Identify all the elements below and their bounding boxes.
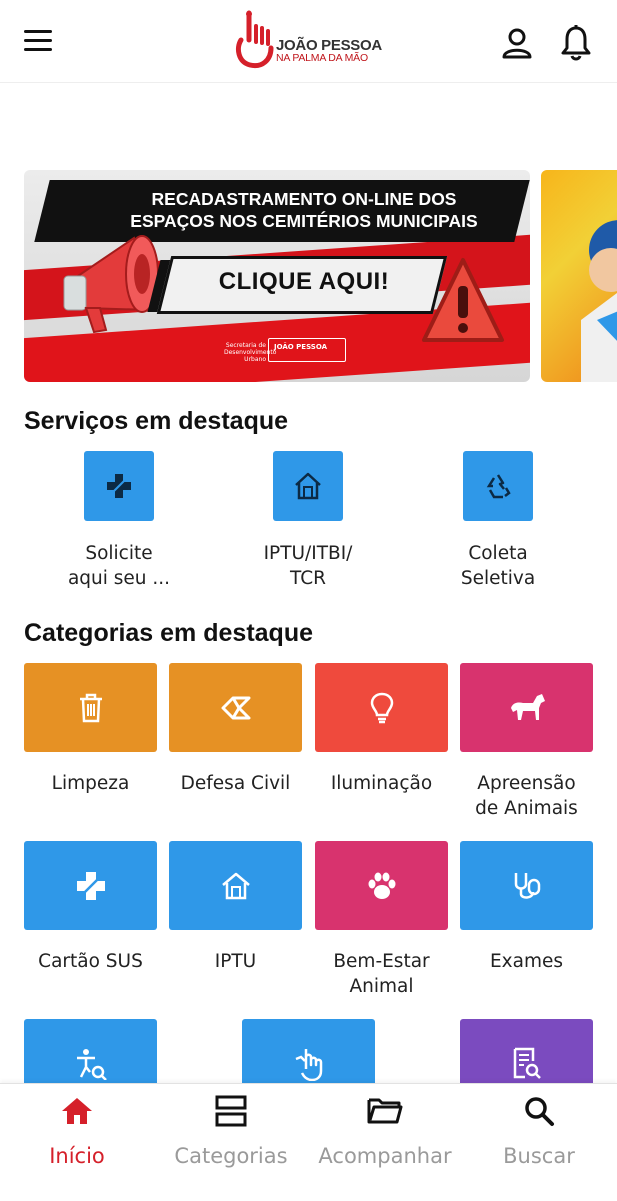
service-label: Coleta Seletiva — [460, 543, 536, 589]
hand-logo-icon — [235, 10, 274, 69]
app-header: JOÃO PESSOA NA PALMA DA MÃO — [0, 0, 617, 83]
horse-icon — [510, 693, 545, 720]
category-exames[interactable]: Exames — [460, 841, 593, 974]
house-icon — [221, 872, 250, 899]
category-label: Exames — [489, 951, 563, 972]
nav-tab-acompanhar[interactable]: Acompanhar — [308, 1094, 462, 1168]
search-icon — [525, 1097, 554, 1126]
category-label: Defesa Civil — [180, 773, 291, 794]
lightbulb-icon — [370, 692, 393, 723]
banner-footer-logo: JOÃO PESSOA — [274, 343, 328, 351]
featured-services-title: Serviços em destaque — [24, 407, 289, 435]
service-item-iptu[interactable]: IPTU/ITBI/ TCR — [223, 451, 393, 591]
document-search-icon — [513, 1047, 541, 1079]
nav-tab-inicio[interactable]: Início — [0, 1094, 154, 1168]
service-item-sus[interactable]: Solicite aqui seu ... — [34, 451, 204, 591]
trash-icon — [79, 693, 102, 722]
category-label: IPTU — [214, 951, 257, 972]
profile-button[interactable] — [500, 26, 536, 62]
category-label: Limpeza — [51, 773, 130, 794]
notifications-button[interactable] — [558, 24, 594, 62]
warning-icon — [422, 258, 504, 342]
category-label: Cartão SUS — [38, 951, 143, 972]
banner-cta-label: CLIQUE AQUI! — [218, 268, 390, 295]
house-icon — [295, 472, 321, 500]
category-label: Bem-Estar Animal — [333, 951, 430, 997]
category-apreensao-animais[interactable]: Apreensão de Animais — [460, 663, 593, 821]
health-cross-icon — [107, 474, 131, 498]
nav-label: Início — [49, 1144, 105, 1168]
megaphone-icon — [63, 235, 159, 334]
category-cartao-sus[interactable]: Cartão SUS — [24, 841, 157, 974]
menu-button[interactable] — [24, 30, 54, 52]
paw-icon — [368, 872, 395, 899]
category-label: Iluminação — [330, 773, 433, 794]
banner-character-image — [581, 220, 617, 382]
category-iptu[interactable]: IPTU — [169, 841, 302, 974]
health-cross-icon — [76, 871, 105, 900]
home-icon — [62, 1098, 92, 1124]
app-logo[interactable]: JOÃO PESSOA NA PALMA DA MÃO — [232, 10, 392, 72]
nav-label: Acompanhar — [318, 1144, 452, 1168]
service-label: IPTU/ITBI/ TCR — [263, 543, 353, 589]
logo-subtitle: NA PALMA DA MÃO — [276, 52, 368, 64]
recycle-icon — [486, 474, 511, 499]
hand-touch-icon — [295, 1048, 322, 1081]
nav-tab-buscar[interactable]: Buscar — [462, 1094, 616, 1168]
category-limpeza[interactable]: Limpeza — [24, 663, 157, 796]
category-iluminacao[interactable]: Iluminação — [315, 663, 448, 796]
accessibility-search-icon — [76, 1048, 107, 1080]
civil-defense-icon — [221, 696, 250, 719]
category-label: Apreensão de Animais — [475, 773, 578, 819]
banner-footer-secretaria: Secretaria de Desenvolvimento Urbano — [224, 342, 277, 363]
featured-categories-title: Categorias em destaque — [24, 619, 313, 647]
nav-label: Buscar — [503, 1144, 575, 1168]
menu-icon — [24, 30, 52, 33]
category-bem-estar-animal[interactable]: Bem-Estar Animal — [315, 841, 448, 999]
folder-icon — [367, 1098, 403, 1124]
categories-icon — [215, 1095, 247, 1127]
bottom-navigation: Início Categorias Acompanhar Buscar — [0, 1083, 617, 1201]
bell-icon — [561, 25, 591, 61]
nav-label: Categorias — [174, 1144, 288, 1168]
service-item-coleta[interactable]: Coleta Seletiva — [413, 451, 583, 591]
promo-banner[interactable]: RECADASTRAMENTO ON-LINE DOS ESPAÇOS NOS … — [24, 170, 530, 382]
category-defesa-civil[interactable]: Defesa Civil — [169, 663, 302, 796]
stethoscope-icon — [514, 872, 540, 899]
promo-banner-next[interactable] — [541, 170, 617, 382]
nav-tab-categorias[interactable]: Categorias — [154, 1094, 308, 1168]
service-label: Solicite aqui seu ... — [67, 543, 171, 589]
user-icon — [502, 28, 532, 59]
